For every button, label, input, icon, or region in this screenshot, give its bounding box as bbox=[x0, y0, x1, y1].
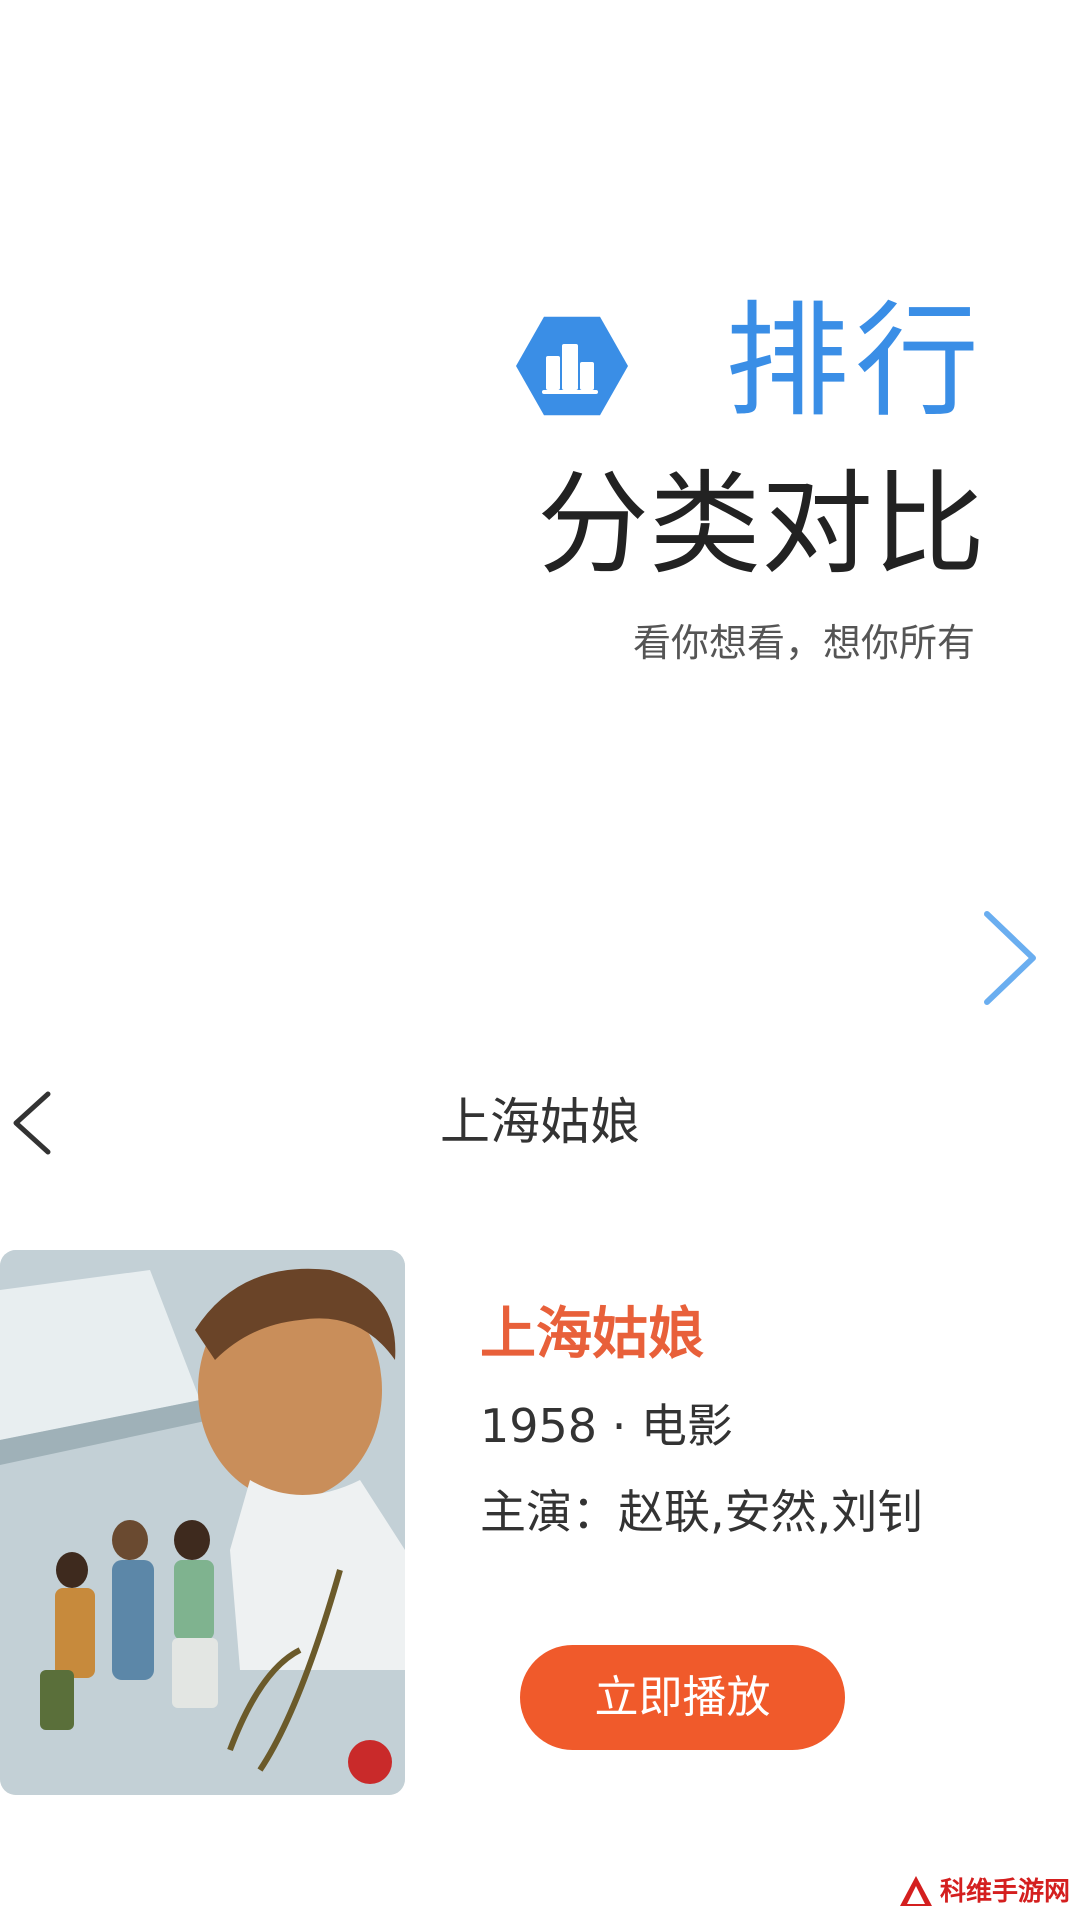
ranking-hexagon-icon bbox=[516, 316, 628, 416]
movie-year-type: 1958 · 电影 bbox=[480, 1399, 733, 1453]
page-title: 上海姑娘 bbox=[440, 1093, 640, 1151]
movie-title: 上海姑娘 bbox=[480, 1302, 704, 1367]
chevron-left-icon[interactable] bbox=[8, 1088, 58, 1158]
play-now-button[interactable]: 立即播放 bbox=[520, 1645, 845, 1750]
movie-cast: 主演：赵联,安然,刘钊 bbox=[480, 1485, 924, 1539]
chevron-right-icon[interactable] bbox=[975, 908, 1045, 1008]
watermark-logo-icon bbox=[900, 1876, 932, 1906]
watermark-text: 科维手游网 bbox=[940, 1877, 1071, 1907]
movie-poster[interactable] bbox=[0, 1250, 405, 1795]
poster-artwork bbox=[0, 1250, 405, 1795]
category-title: 分类对比 bbox=[537, 460, 985, 590]
ranking-title: 排行 bbox=[724, 290, 985, 434]
tagline: 看你想看，想你所有 bbox=[632, 621, 975, 665]
